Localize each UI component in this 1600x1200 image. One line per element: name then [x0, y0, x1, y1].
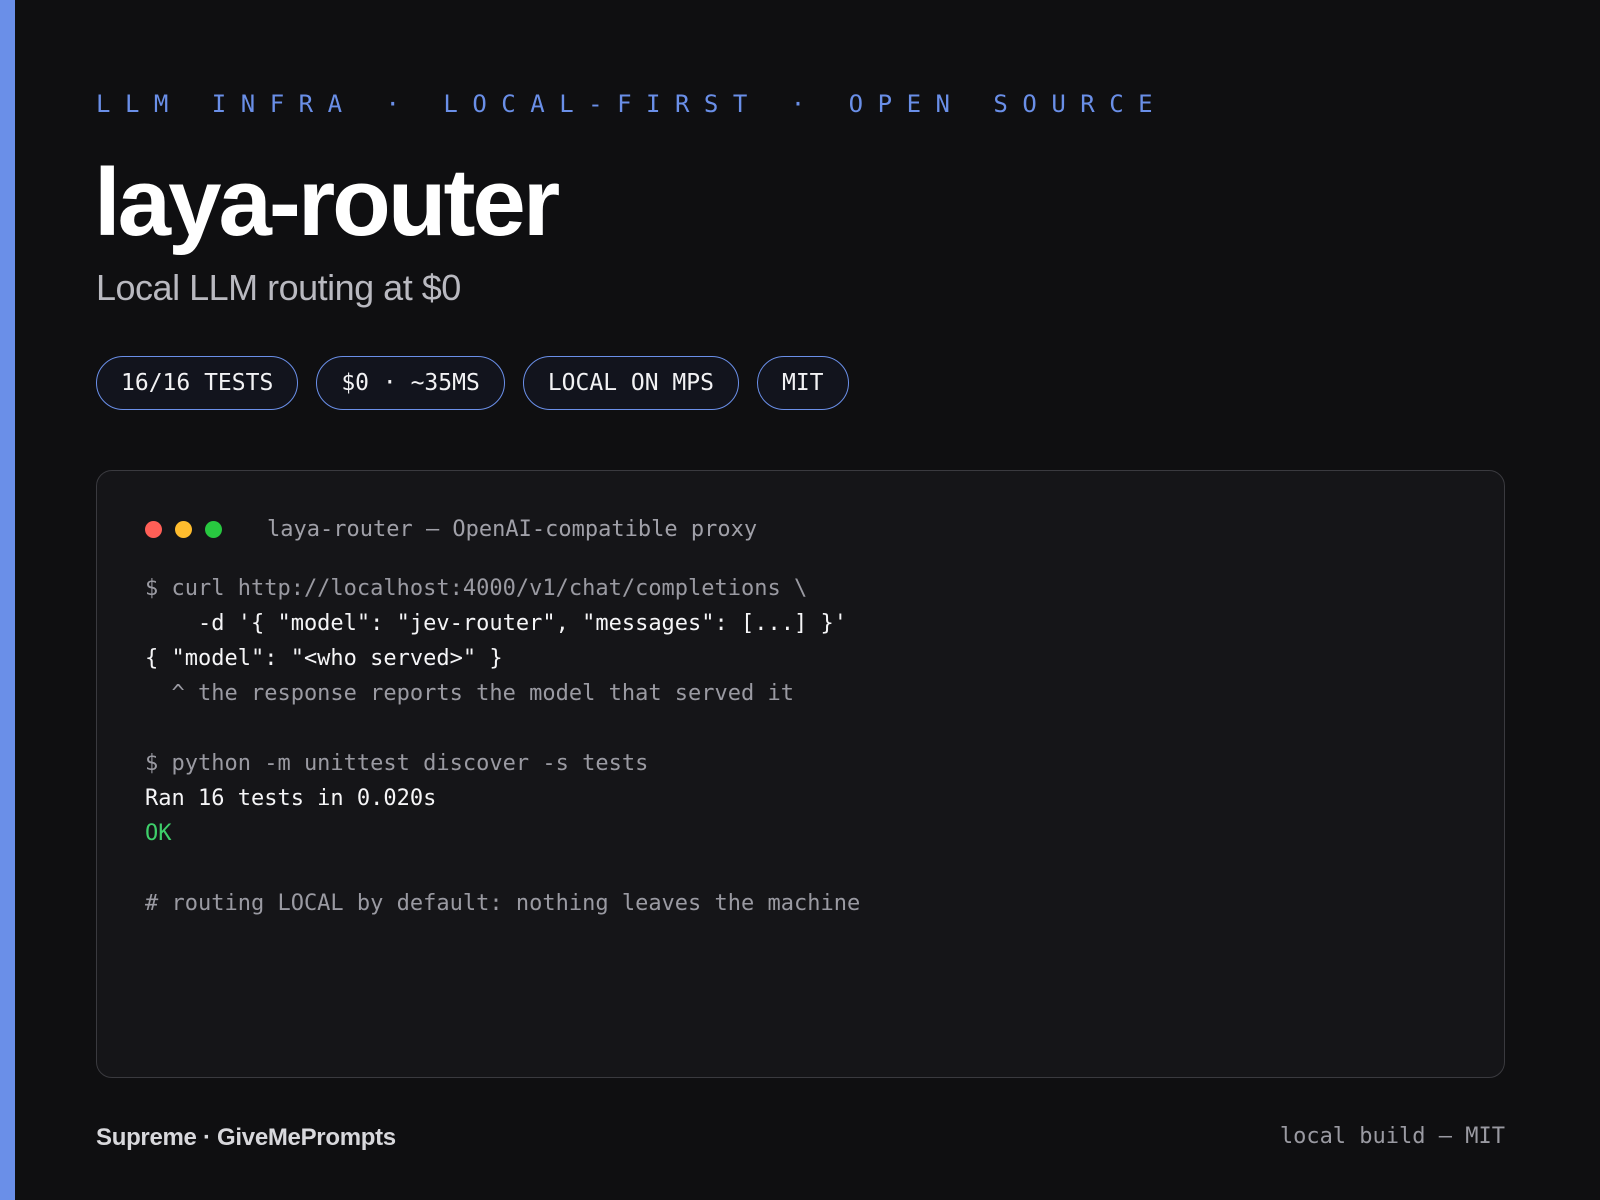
license-badge: MIT [756, 356, 849, 410]
terminal-line-curl-payload: -d '{ "model": "jev-router", "messages":… [145, 611, 847, 636]
terminal-body: $ curl http://localhost:4000/v1/chat/com… [145, 571, 860, 921]
tests-badge: 16/16 TESTS [96, 356, 299, 410]
terminal-line-test-status: OK [145, 821, 172, 846]
badge-row: 16/16 TESTS $0 · ~35MS LOCAL ON MPS MIT [96, 356, 849, 410]
page-title: laya-router [94, 149, 560, 256]
maximize-dot-icon [205, 521, 222, 538]
local-mps-badge: LOCAL ON MPS [522, 356, 739, 410]
terminal-line-test-summary: Ran 16 tests in 0.020s [145, 786, 437, 811]
cost-latency-badge: $0 · ~35MS [316, 356, 505, 410]
accent-bar [0, 0, 15, 1200]
terminal-title: laya-router — OpenAI-compatible proxy [267, 517, 758, 542]
footer-credit: Supreme · GiveMePrompts [96, 1124, 396, 1151]
terminal-line-comment: # routing LOCAL by default: nothing leav… [145, 891, 861, 916]
terminal-line-response: { "model": "<who served>" } [145, 646, 503, 671]
eyebrow-label: LLM INFRA · LOCAL-FIRST · OPEN SOURCE [96, 90, 1168, 118]
terminal-line-test-command: $ python -m unittest discover -s tests [145, 751, 649, 776]
terminal-line-response-note: ^ the response reports the model that se… [145, 681, 795, 706]
footer-build-info: local build — MIT [1279, 1124, 1505, 1149]
close-dot-icon [145, 521, 162, 538]
page-subtitle: Local LLM routing at $0 [96, 267, 461, 308]
terminal-window: laya-router — OpenAI-compatible proxy $ … [96, 470, 1505, 1078]
terminal-titlebar: laya-router — OpenAI-compatible proxy [145, 517, 757, 542]
page: LLM INFRA · LOCAL-FIRST · OPEN SOURCE la… [0, 0, 1600, 1200]
terminal-line-curl-command: $ curl http://localhost:4000/v1/chat/com… [145, 576, 808, 601]
minimize-dot-icon [175, 521, 192, 538]
